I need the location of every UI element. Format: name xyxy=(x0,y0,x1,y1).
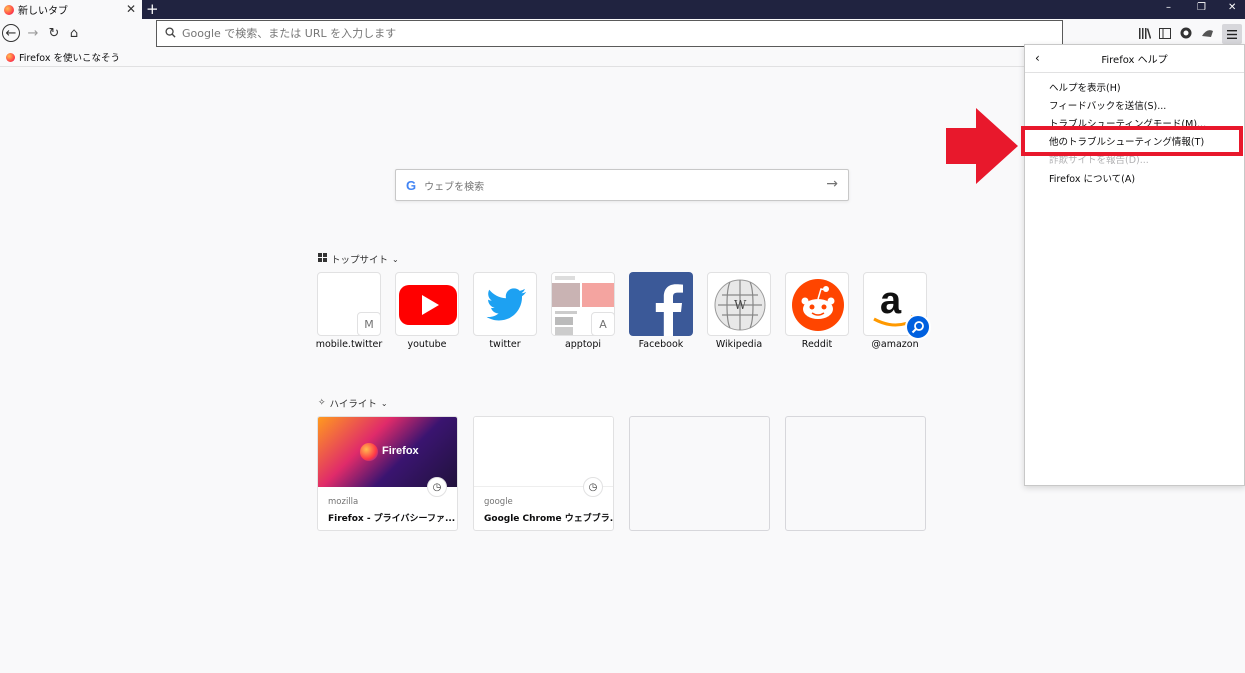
top-site-tile[interactable]: M xyxy=(317,272,381,336)
thumbnail-text: Firefox xyxy=(382,445,419,457)
top-site-label: Facebook xyxy=(638,339,684,350)
highlights-header[interactable]: ✧ ハイライト ⌄ xyxy=(318,396,388,410)
twitter-bird-icon xyxy=(486,288,527,321)
back-arrow-icon[interactable]: ‹ xyxy=(1035,51,1040,65)
top-site-tile[interactable] xyxy=(629,272,693,336)
search-placeholder: ウェブを検索 xyxy=(424,181,485,193)
home-button[interactable]: ⌂ xyxy=(65,24,83,42)
highlight-placeholder xyxy=(629,416,770,531)
highlight-placeholder xyxy=(785,416,926,531)
top-site-tile[interactable]: A xyxy=(551,272,615,336)
tab-bar: 新しいタブ ✕ + – ❐ ✕ xyxy=(0,0,1245,19)
firefox-icon xyxy=(360,443,378,461)
wikipedia-globe-icon: W xyxy=(714,279,766,331)
forward-button[interactable]: → xyxy=(24,24,42,42)
chevron-down-icon: ⌄ xyxy=(392,254,399,264)
back-button[interactable]: ← xyxy=(2,24,20,42)
account-icon[interactable] xyxy=(1179,26,1193,40)
top-site-tile[interactable] xyxy=(473,272,537,336)
highlight-card[interactable]: Firefox ◷ mozilla Firefox - プライバシーファ... xyxy=(317,416,458,531)
firefox-icon xyxy=(4,4,14,15)
menu-item-about-firefox[interactable]: Firefox について(A) xyxy=(1049,171,1135,185)
search-shortcut-badge-icon xyxy=(905,314,931,340)
top-site-tile[interactable]: a xyxy=(863,272,931,340)
reload-button[interactable]: ↻ xyxy=(45,24,63,42)
reddit-icon xyxy=(792,279,844,331)
restore-button[interactable]: ❐ xyxy=(1197,2,1206,13)
top-site-label: Wikipedia xyxy=(715,339,763,350)
menu-item-send-feedback[interactable]: フィードバックを送信(S)... xyxy=(1049,98,1166,112)
tab-new-tab[interactable]: 新しいタブ ✕ xyxy=(0,0,142,19)
panel-title: Firefox ヘルプ xyxy=(1101,55,1168,66)
sparkle-icon: ✧ xyxy=(318,398,326,408)
clock-icon: ◷ xyxy=(583,477,603,497)
panel-header: ‹ Firefox ヘルプ xyxy=(1025,45,1244,73)
top-site-label: mobile.twitter xyxy=(315,339,383,350)
tab-close-icon[interactable]: ✕ xyxy=(126,2,136,16)
search-icon xyxy=(165,26,176,41)
top-site-label: youtube xyxy=(407,339,447,350)
bookmark-getting-started[interactable]: Firefox を使いこなそう xyxy=(19,50,120,64)
top-site-label: @amazon xyxy=(871,339,919,350)
top-site-tile[interactable] xyxy=(395,272,459,336)
facebook-icon xyxy=(629,272,693,336)
highlight-card[interactable]: ◷ google Google Chrome ウェブブラ... xyxy=(473,416,614,531)
youtube-icon xyxy=(399,285,457,325)
tab-title: 新しいタブ xyxy=(18,6,68,17)
highlight-domain: google xyxy=(484,497,513,507)
top-sites-title: トップサイト xyxy=(331,255,389,266)
close-window-button[interactable]: ✕ xyxy=(1228,2,1236,13)
firefox-icon xyxy=(6,52,15,62)
highlight-title: Firefox - プライバシーファ... xyxy=(328,514,456,524)
grid-icon xyxy=(318,253,327,265)
search-submit-icon[interactable]: → xyxy=(826,176,838,192)
top-site-tile[interactable] xyxy=(785,272,849,336)
help-menu-panel: ‹ Firefox ヘルプ ヘルプを表示(H) フィードバックを送信(S)...… xyxy=(1024,44,1245,486)
new-tab-button[interactable]: + xyxy=(146,1,159,17)
url-bar[interactable] xyxy=(156,20,1063,47)
letter-badge: A xyxy=(591,312,614,335)
clock-icon: ◷ xyxy=(427,477,447,497)
svg-text:a: a xyxy=(880,280,902,322)
hamburger-menu-icon[interactable] xyxy=(1222,24,1242,44)
highlight-domain: mozilla xyxy=(328,497,359,507)
sidebar-icon[interactable] xyxy=(1158,26,1172,40)
top-site-label: twitter xyxy=(489,339,521,350)
top-sites-header[interactable]: トップサイト ⌄ xyxy=(318,252,399,266)
annotation-highlight-box xyxy=(1021,126,1243,156)
top-site-label: apptopi xyxy=(564,339,602,350)
svg-text:W: W xyxy=(734,298,747,312)
top-site-tile[interactable]: W xyxy=(707,272,771,336)
url-input[interactable] xyxy=(182,27,982,40)
web-search-box[interactable]: G ウェブを検索 → xyxy=(395,169,849,201)
letter-badge: M xyxy=(357,312,380,335)
highlights-title: ハイライト xyxy=(329,399,377,410)
highlight-title: Google Chrome ウェブブラ... xyxy=(484,514,614,524)
library-icon[interactable] xyxy=(1138,26,1152,40)
top-site-label: Reddit xyxy=(801,339,833,350)
extension-icon[interactable] xyxy=(1200,26,1214,40)
minimize-button[interactable]: – xyxy=(1166,2,1171,13)
chevron-down-icon: ⌄ xyxy=(380,398,388,408)
google-icon: G xyxy=(406,177,417,193)
menu-item-show-help[interactable]: ヘルプを表示(H) xyxy=(1049,80,1121,94)
annotation-arrow-icon xyxy=(946,108,1018,184)
